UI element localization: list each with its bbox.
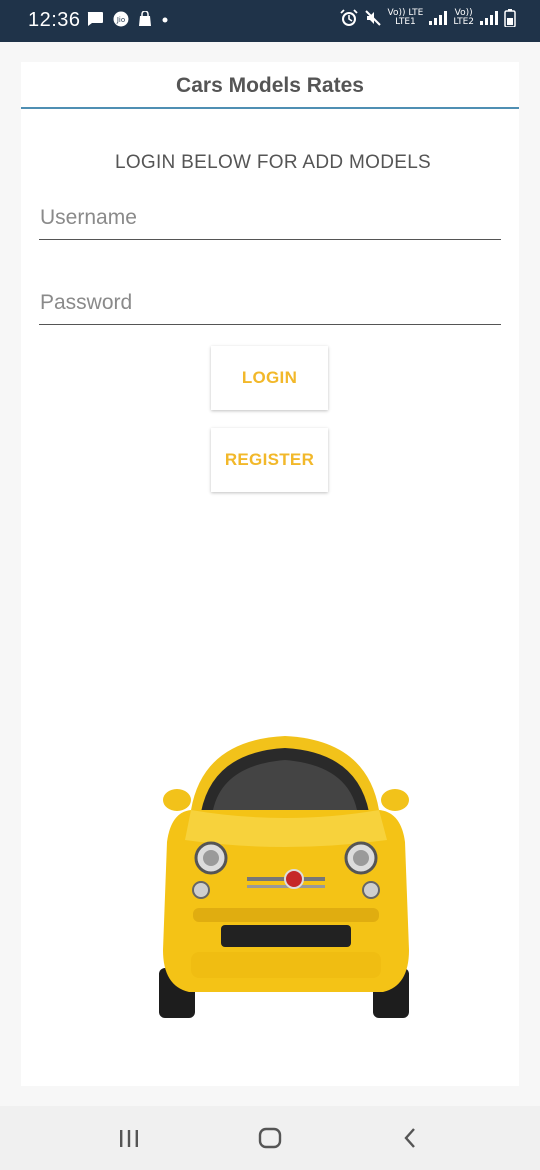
navigation-bar: [0, 1106, 540, 1170]
net2-bottom: LTE2: [453, 17, 474, 27]
status-bar: 12:36 Jio Vo)) LTE LTE1 Vo)) LTE2: [0, 0, 540, 42]
car-image: [159, 736, 409, 1018]
jio-icon: Jio: [113, 11, 129, 27]
signal-icon: [429, 11, 448, 25]
title-divider: [21, 107, 519, 109]
dot-icon: [162, 17, 168, 23]
register-button[interactable]: REGISTER: [211, 428, 328, 492]
password-field[interactable]: [39, 281, 501, 325]
mute-icon: [364, 10, 381, 26]
login-card: Cars Models Rates LOGIN BELOW FOR ADD MO…: [21, 62, 519, 1086]
username-field[interactable]: [39, 196, 501, 240]
status-time: 12:36: [28, 9, 81, 31]
back-icon[interactable]: [400, 1126, 420, 1150]
home-icon[interactable]: [257, 1126, 283, 1150]
bag-icon: [139, 11, 151, 26]
battery-icon: [504, 9, 516, 27]
network-1-label: Vo)) LTE LTE1: [388, 9, 424, 27]
page-title: Cars Models Rates: [176, 74, 364, 97]
signal-icon: [480, 11, 498, 25]
alarm-icon: [339, 9, 358, 26]
system-icons: Vo)) LTE LTE1 Vo)) LTE2: [339, 9, 517, 27]
svg-text:Jio: Jio: [116, 16, 125, 24]
message-icon: [87, 12, 103, 26]
net1-bottom: LTE1: [395, 17, 416, 27]
network-2-label: Vo)) LTE2: [453, 9, 474, 27]
notification-icons: Jio: [86, 11, 169, 27]
recent-apps-icon[interactable]: [118, 1126, 140, 1150]
login-heading: LOGIN BELOW FOR ADD MODELS: [114, 152, 432, 173]
login-button[interactable]: LOGIN: [211, 346, 328, 410]
